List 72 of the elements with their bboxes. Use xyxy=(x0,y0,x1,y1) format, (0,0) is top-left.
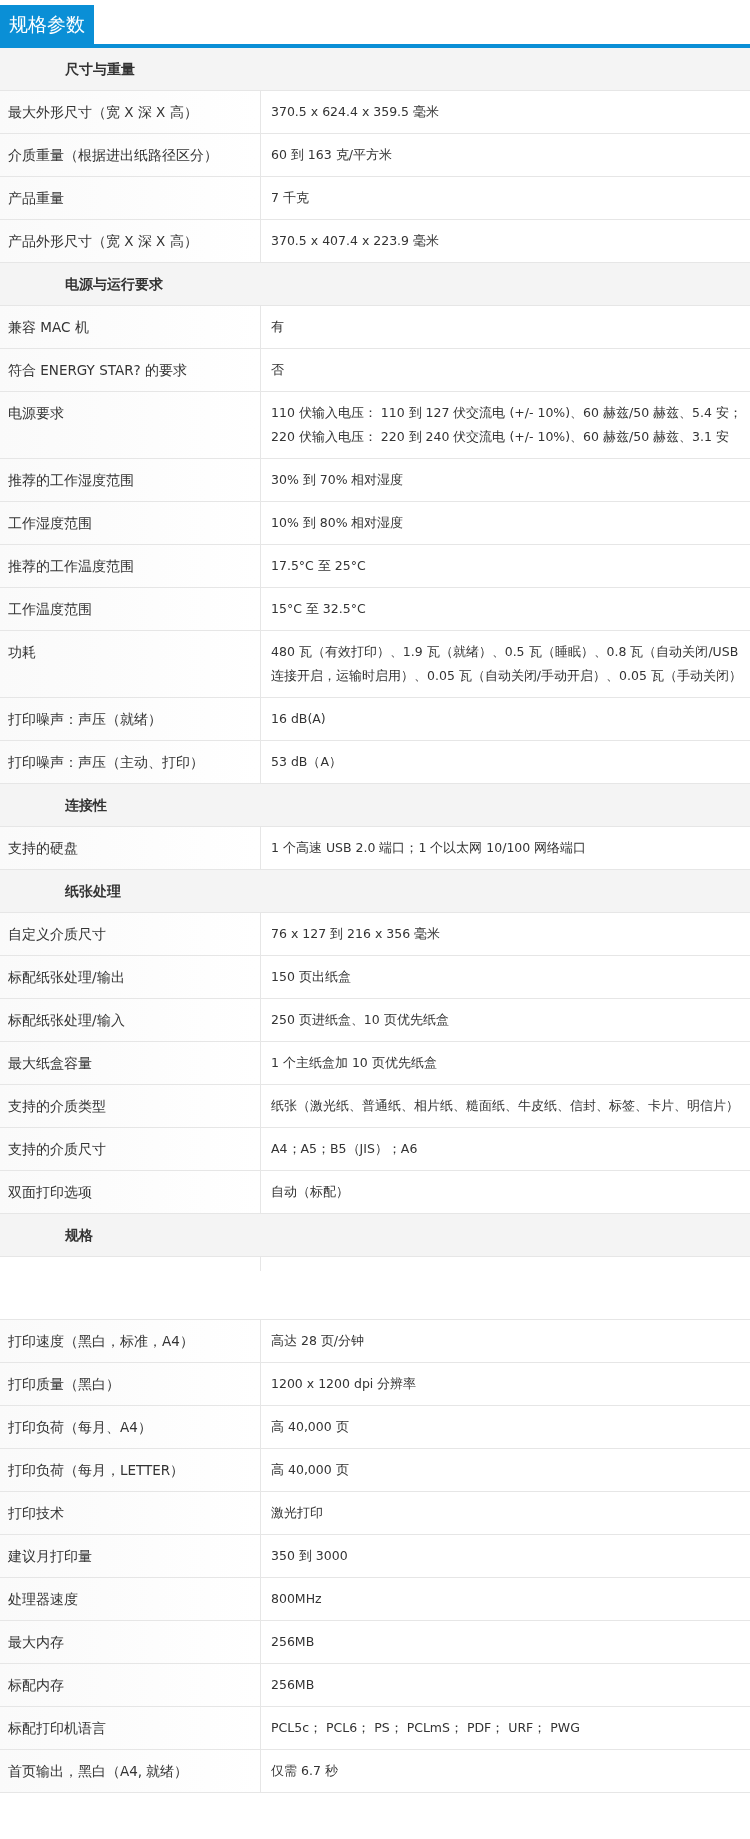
section-heading: 纸张处理 xyxy=(0,870,750,913)
spec-value: 60 到 163 克/平方米 xyxy=(270,146,393,164)
spec-label: 打印噪声：声压（就绪） xyxy=(0,698,261,740)
spec-label: 工作湿度范围 xyxy=(0,502,261,544)
spec-label: 处理器速度 xyxy=(0,1578,261,1620)
spec-label: 最大外形尺寸（宽 X 深 X 高） xyxy=(0,91,261,133)
spec-value: 30% 到 70% 相对湿度 xyxy=(270,471,405,489)
spec-label: 支持的介质类型 xyxy=(0,1085,261,1127)
spec-label: 标配纸张处理/输出 xyxy=(0,956,261,998)
spec-label: 兼容 MAC 机 xyxy=(0,306,261,348)
spec-value: 1 个高速 USB 2.0 端口；1 个以太网 10/100 网络端口 xyxy=(270,839,588,857)
spec-label: 标配纸张处理/输入 xyxy=(0,999,261,1041)
spec-label: 打印速度（黑白，标准，A4） xyxy=(0,1320,261,1362)
spec-label: 支持的硬盘 xyxy=(0,827,261,869)
spec-value: 自动（标配） xyxy=(270,1183,350,1201)
spec-value: 高 40,000 页 xyxy=(270,1461,350,1479)
spec-value: 110 伏输入电压： 110 到 127 伏交流电 (+/- 10%)、60 赫兹/50 赫兹、5.4 安； 220 伏输入电压： 220 到 240 伏交流电 (+/- 10%)、60 赫兹/50 赫兹、3.1 安 xyxy=(270,404,743,446)
section-heading: 电源与运行要求 xyxy=(0,263,750,306)
spec-label: 支持的介质尺寸 xyxy=(0,1128,261,1170)
section-heading: 规格 xyxy=(0,1214,750,1257)
spec-value: 250 页进纸盒、10 页优先纸盒 xyxy=(270,1011,450,1029)
spec-value: 17.5°C 至 25°C xyxy=(270,557,367,575)
spec-label: 打印负荷（每月、A4） xyxy=(0,1406,261,1448)
spec-label: 打印噪声：声压（主动、打印） xyxy=(0,741,261,783)
spec-label: 推荐的工作温度范围 xyxy=(0,545,261,587)
spec-label: 介质重量（根据进出纸路径区分） xyxy=(0,134,261,176)
spec-value: 256MB xyxy=(270,1633,316,1651)
spec-label: 推荐的工作湿度范围 xyxy=(0,459,261,501)
spec-label: 功耗 xyxy=(0,631,261,697)
spec-value: 76 x 127 到 216 x 356 毫米 xyxy=(270,925,442,943)
spec-label: 标配打印机语言 xyxy=(0,1707,261,1749)
spec-value: 350 到 3000 xyxy=(270,1547,349,1565)
spec-value: 仅需 6.7 秒 xyxy=(270,1762,339,1780)
spec-value: 1 个主纸盒加 10 页优先纸盒 xyxy=(270,1054,438,1072)
spec-label: 自定义介质尺寸 xyxy=(0,913,261,955)
spec-value: 激光打印 xyxy=(270,1504,324,1522)
spec-value: PCL5c； PCL6； PS； PCLmS； PDF； URF； PWG xyxy=(270,1719,581,1737)
spec-value: 高达 28 页/分钟 xyxy=(270,1332,366,1350)
spec-label: 产品重量 xyxy=(0,177,261,219)
spec-value: 有 xyxy=(270,318,285,336)
spec-label: 最大内存 xyxy=(0,1621,261,1663)
spec-value: 1200 x 1200 dpi 分辨率 xyxy=(270,1375,418,1393)
spec-value: 480 瓦（有效打印）、1.9 瓦（就绪）、0.5 瓦（睡眠）、0.8 瓦（自动关闭/USB 连接开启，运输时启用）、0.05 瓦（自动关闭/手动开启）、0.05 瓦（手动关闭） xyxy=(270,643,743,685)
spec-value: 7 千克 xyxy=(270,189,310,207)
spec-label: 打印技术 xyxy=(0,1492,261,1534)
spec-label: 电源要求 xyxy=(0,392,261,458)
spec-label: 首页输出，黑白（A4, 就绪） xyxy=(0,1750,261,1792)
spec-label: 工作温度范围 xyxy=(0,588,261,630)
spec-value: 高 40,000 页 xyxy=(270,1418,350,1436)
spec-value: 800MHz xyxy=(270,1590,323,1608)
spec-label: 最大纸盒容量 xyxy=(0,1042,261,1084)
spec-value: 370.5 x 407.4 x 223.9 毫米 xyxy=(270,232,441,250)
spec-value: 370.5 x 624.4 x 359.5 毫米 xyxy=(270,103,441,121)
spec-label: 打印质量（黑白） xyxy=(0,1363,261,1405)
spec-value: 15°C 至 32.5°C xyxy=(270,600,367,618)
spec-label: 建议月打印量 xyxy=(0,1535,261,1577)
spec-value: 150 页出纸盒 xyxy=(270,968,352,986)
spec-value: 256MB xyxy=(270,1676,316,1694)
spec-value: 16 dB(A) xyxy=(270,710,327,728)
section-heading: 连接性 xyxy=(0,784,750,827)
section-tab-title: 规格参数 xyxy=(0,5,94,44)
spec-value: 纸张（激光纸、普通纸、相片纸、糙面纸、牛皮纸、信封、标签、卡片、明信片） xyxy=(270,1097,740,1115)
spec-label: 打印负荷（每月，LETTER） xyxy=(0,1449,261,1491)
spec-value: A4；A5；B5（JIS）；A6 xyxy=(270,1140,419,1158)
spec-label: 标配内存 xyxy=(0,1664,261,1706)
spec-label: 符合 ENERGY STAR? 的要求 xyxy=(0,349,261,391)
spec-label: 双面打印选项 xyxy=(0,1171,261,1213)
spec-value: 10% 到 80% 相对湿度 xyxy=(270,514,405,532)
section-heading: 尺寸与重量 xyxy=(0,48,750,91)
spec-value: 否 xyxy=(270,361,285,379)
spec-value: 53 dB（A） xyxy=(270,753,343,771)
spec-label: 产品外形尺寸（宽 X 深 X 高） xyxy=(0,220,261,262)
